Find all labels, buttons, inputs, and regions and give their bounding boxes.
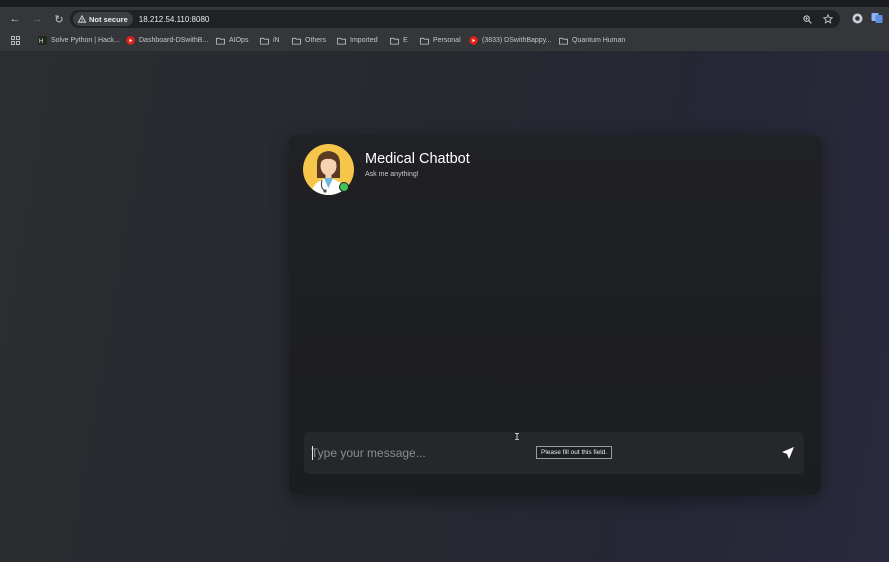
bookmark-label: AIOps (229, 37, 249, 44)
chat-subtitle: Ask me anything! (365, 171, 419, 178)
browser-toolbar: ← → ↻ Not secure 18.212.54.110:8080 (0, 7, 889, 31)
back-arrow-icon[interactable]: ← (8, 12, 22, 26)
bookmark-item[interactable]: Imported (337, 36, 378, 45)
youtube-icon (469, 36, 478, 45)
folder-icon (420, 36, 429, 45)
security-chip[interactable]: Not secure (73, 12, 133, 26)
folder-icon (337, 36, 346, 45)
bookmark-item[interactable]: Others (292, 36, 326, 45)
profile-icon[interactable] (871, 12, 883, 24)
send-arrow-icon (782, 447, 794, 459)
folder-icon (216, 36, 225, 45)
bookmark-label: Dashboard-DSwithB... (139, 37, 209, 44)
apps-grid-icon[interactable] (11, 36, 20, 45)
folder-icon (260, 36, 269, 45)
mouse-cursor-icon: I (514, 432, 521, 443)
bookmark-label: Quantum Human (572, 37, 626, 44)
message-input[interactable] (311, 442, 751, 464)
chat-window: Medical Chatbot Ask me anything! Please … (289, 135, 821, 495)
bookmarks-bar: H Solve Python | Hack... Dashboard-DSwit… (0, 31, 889, 51)
svg-text:H: H (39, 39, 43, 45)
bookmark-item[interactable]: E (390, 36, 408, 45)
forward-arrow-icon[interactable]: → (30, 12, 44, 26)
zoom-icon[interactable] (801, 13, 813, 25)
youtube-icon (126, 36, 135, 45)
page-viewport: Medical Chatbot Ask me anything! Please … (0, 51, 889, 562)
bookmark-item[interactable]: Personal (420, 36, 461, 45)
bookmark-label: iN (273, 37, 280, 44)
chat-title: Medical Chatbot (365, 151, 470, 167)
folder-icon (559, 36, 568, 45)
bookmark-item[interactable]: iN (260, 36, 280, 45)
tab-strip (0, 0, 889, 7)
bookmark-label: (3833) DSwithBappy... (482, 37, 552, 44)
send-button[interactable] (778, 443, 798, 463)
bookmark-label: E (403, 37, 408, 44)
bookmark-label: Solve Python | Hack... (51, 37, 120, 44)
bookmark-label: Imported (350, 37, 378, 44)
warning-icon (78, 15, 86, 23)
folder-icon (292, 36, 301, 45)
bookmark-item[interactable]: (3833) DSwithBappy... (469, 36, 552, 45)
message-input-bar: Please fill out this field. (304, 432, 804, 474)
bookmark-item[interactable]: AIOps (216, 36, 248, 45)
bookmark-item[interactable]: H Solve Python | Hack... (38, 36, 120, 45)
validation-tooltip: Please fill out this field. (536, 446, 613, 459)
bookmark-label: Personal (433, 37, 461, 44)
online-status-dot (339, 182, 349, 192)
security-chip-label: Not secure (89, 14, 128, 24)
bookmark-star-icon[interactable] (822, 13, 834, 25)
folder-icon (390, 36, 399, 45)
url-text[interactable]: 18.212.54.110:8080 (139, 15, 210, 24)
bookmark-label: Others (305, 37, 327, 44)
bookmark-item[interactable]: Quantum Human (559, 36, 625, 45)
bookmark-item[interactable]: Dashboard-DSwithB... (126, 36, 208, 45)
text-caret (312, 446, 313, 460)
extension-icon[interactable] (851, 12, 863, 24)
address-bar[interactable]: Not secure 18.212.54.110:8080 (70, 10, 840, 28)
hackerrank-icon: H (38, 36, 47, 45)
reload-icon[interactable]: ↻ (52, 12, 66, 26)
